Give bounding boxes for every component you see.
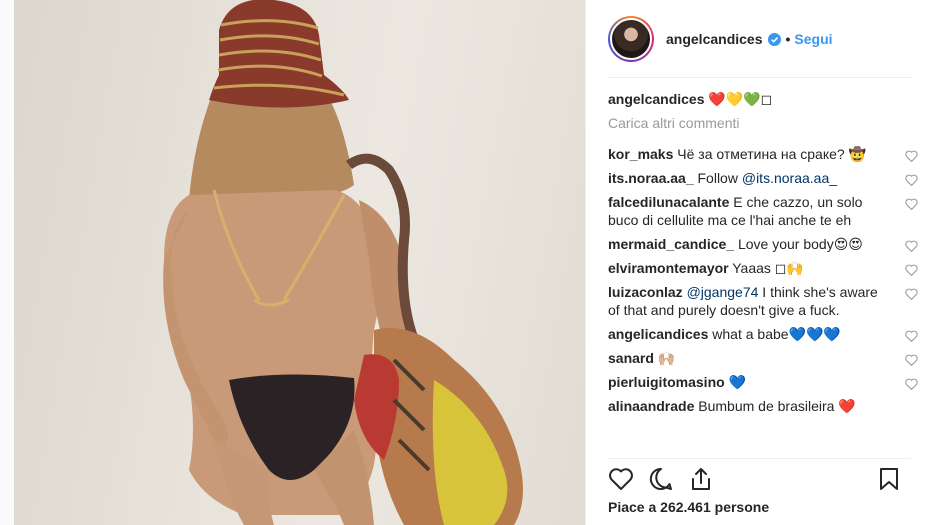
post-actions: [608, 464, 914, 496]
comment-text: 💙: [728, 374, 747, 390]
comment-username[interactable]: kor_maks: [608, 146, 673, 162]
follow-button[interactable]: Segui: [794, 31, 832, 47]
comment-username[interactable]: luizaconlaz: [608, 284, 683, 300]
comment-mention[interactable]: @its.noraa.aa_: [742, 170, 837, 186]
verified-badge-icon: [767, 32, 781, 46]
share-icon[interactable]: [688, 466, 714, 492]
comment-text: Bumbum de brasileira ❤️: [698, 398, 856, 414]
caption-text: ❤️💛💚◻: [708, 91, 773, 107]
comment-item: pierluigitomasino 💙: [608, 373, 918, 391]
comment-heart-icon[interactable]: [905, 354, 918, 366]
photo-illustration: [163, 0, 523, 525]
comment-heart-icon[interactable]: [905, 330, 918, 342]
comment-heart-icon[interactable]: [905, 174, 918, 186]
comment-heart-icon[interactable]: [905, 378, 918, 390]
comment-text: 🙌🏼: [657, 350, 676, 366]
post-caption: angelcandices ❤️💛💚◻: [608, 88, 918, 112]
comment-item: luizaconlaz @jgange74 I think she's awar…: [608, 283, 918, 319]
story-ring[interactable]: [608, 16, 654, 62]
comment-item: its.noraa.aa_ Follow @its.noraa.aa_: [608, 169, 918, 187]
comment-heart-icon[interactable]: [905, 240, 918, 252]
comment-text: what a babe💙💙💙: [712, 326, 841, 342]
instagram-post: angelcandices • Segui angelcandices ❤️💛💚…: [14, 0, 935, 525]
comment-item: sanard 🙌🏼: [608, 349, 918, 367]
comment-text: Follow: [697, 170, 742, 186]
header-username[interactable]: angelcandices: [666, 31, 763, 47]
comment-text: Love your body😍😍: [737, 236, 863, 252]
avatar[interactable]: [610, 18, 652, 60]
header-separator: •: [785, 31, 791, 47]
comment-username[interactable]: falcedilunacalante: [608, 194, 729, 210]
comment-username[interactable]: elviramontemayor: [608, 260, 729, 276]
post-side-panel: angelcandices • Segui angelcandices ❤️💛💚…: [585, 0, 935, 525]
actions-divider: [608, 458, 911, 459]
comment-heart-icon[interactable]: [905, 288, 918, 300]
comment-heart-icon[interactable]: [905, 264, 918, 276]
post-photo[interactable]: [14, 0, 585, 525]
comment-username[interactable]: angelicandices: [608, 326, 708, 342]
comment-heart-icon[interactable]: [905, 150, 918, 162]
hair-shape: [189, 90, 354, 207]
comment-heart-icon[interactable]: [905, 198, 918, 210]
post-header: angelcandices • Segui: [586, 0, 935, 78]
load-more-comments-button[interactable]: Carica altri commenti: [608, 112, 918, 145]
comment-item: alinaandrade Bumbum de brasileira ❤️: [608, 397, 918, 415]
comment-username[interactable]: sanard: [608, 350, 654, 366]
comment-username[interactable]: its.noraa.aa_: [608, 170, 694, 186]
comment-username[interactable]: alinaandrade: [608, 398, 694, 414]
comments-list[interactable]: angelcandices ❤️💛💚◻ Carica altri comment…: [608, 88, 918, 458]
comment-username[interactable]: pierluigitomasino: [608, 374, 725, 390]
comment-item: angelicandices what a babe💙💙💙: [608, 325, 918, 343]
comment-text: Yaaas ◻🙌: [732, 260, 804, 276]
heart-icon[interactable]: [608, 466, 634, 492]
likes-count[interactable]: Piace a 262.461 persone: [608, 499, 769, 515]
caption-username[interactable]: angelcandices: [608, 91, 705, 107]
comment-text: Чё за отметина на сраке? 🤠: [677, 146, 867, 162]
comment-item: elviramontemayor Yaaas ◻🙌: [608, 259, 918, 277]
bookmark-icon[interactable]: [876, 466, 902, 492]
comment-item: kor_maks Чё за отметина на сраке? 🤠: [608, 145, 918, 163]
comment-bubble-icon[interactable]: [648, 466, 674, 492]
comment-item: falcedilunacalante E che cazzo, un solo …: [608, 193, 918, 229]
comment-item: mermaid_candice_ Love your body😍😍: [608, 235, 918, 253]
comment-username[interactable]: mermaid_candice_: [608, 236, 734, 252]
comment-mention[interactable]: @jgange74: [687, 284, 759, 300]
